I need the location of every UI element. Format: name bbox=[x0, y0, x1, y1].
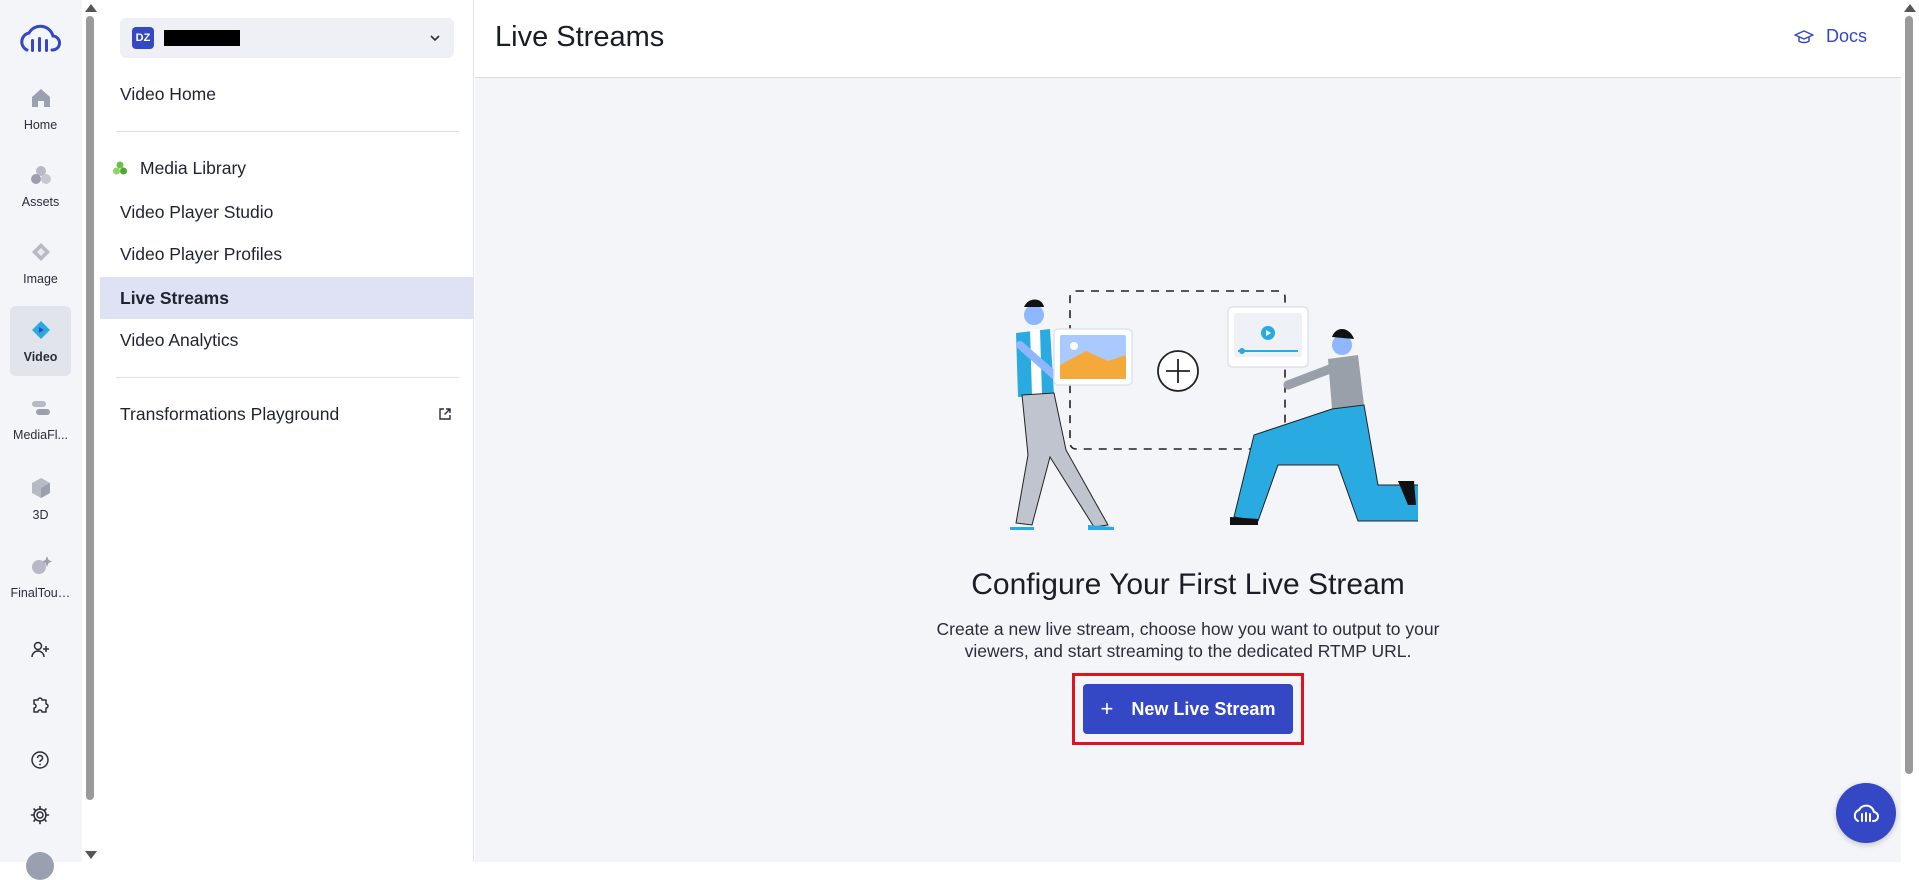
sidebar-item-video-home[interactable]: Video Home bbox=[100, 73, 474, 115]
mediaflows-icon bbox=[31, 401, 50, 415]
icon-rail: Home Assets Image Video MediaFl... 3D Fi… bbox=[0, 0, 82, 880]
rail-item-video[interactable]: Video bbox=[10, 306, 71, 376]
main-content: Live Streams Docs Configure Your First L… bbox=[475, 0, 1901, 862]
empty-state-title: Configure Your First Live Stream bbox=[971, 568, 1405, 601]
empty-state-description: Create a new live stream, choose how you… bbox=[936, 619, 1440, 661]
sidebar-item-video-player-profiles[interactable]: Video Player Profiles bbox=[100, 233, 474, 275]
cloudinary-logo[interactable] bbox=[17, 22, 63, 56]
add-user-icon bbox=[31, 641, 49, 658]
graduation-cap-icon bbox=[1794, 29, 1814, 43]
sidebar-item-transformations-playground[interactable]: Transformations Playground bbox=[100, 393, 474, 435]
sidebar-item-video-analytics[interactable]: Video Analytics bbox=[100, 319, 474, 361]
rail-item-label: Home bbox=[23, 118, 58, 132]
cloudinary-cloud-icon bbox=[1853, 804, 1880, 822]
docs-label: Docs bbox=[1825, 26, 1867, 46]
docs-link[interactable]: Docs bbox=[1794, 26, 1867, 47]
video-icon bbox=[31, 321, 50, 339]
rail-item-image[interactable]: Image bbox=[10, 228, 71, 298]
chevron-down-icon bbox=[430, 35, 440, 42]
highlight-frame: + New Live Stream bbox=[1072, 673, 1304, 745]
sparkle-icon bbox=[31, 556, 52, 574]
rail-item-label: Video bbox=[23, 350, 58, 364]
invite-user-button[interactable] bbox=[27, 637, 53, 663]
external-link-icon bbox=[439, 408, 451, 420]
plus-icon: + bbox=[1100, 696, 1114, 721]
media-library-icon bbox=[113, 161, 127, 175]
rail-scrollbar[interactable] bbox=[82, 0, 98, 862]
new-live-stream-label: New Live Stream bbox=[1131, 698, 1276, 719]
rail-item-label: MediaFl... bbox=[13, 428, 68, 442]
empty-state: Configure Your First Live Stream Create … bbox=[475, 285, 1901, 745]
avatar[interactable] bbox=[26, 852, 54, 880]
product-sidebar: DZ Video Home Media Library Video Player… bbox=[100, 0, 474, 862]
assistant-fab[interactable] bbox=[1836, 783, 1896, 843]
environment-badge: DZ bbox=[132, 27, 154, 49]
environment-name-redacted bbox=[164, 30, 240, 46]
rail-item-home[interactable]: Home bbox=[10, 74, 71, 144]
sidebar-item-label: Video Home bbox=[120, 83, 216, 104]
main-scrollbar[interactable] bbox=[1901, 0, 1917, 800]
page-header: Live Streams Docs bbox=[475, 0, 1901, 78]
puzzle-icon bbox=[33, 697, 49, 713]
settings-button[interactable] bbox=[27, 802, 53, 828]
settings-icon bbox=[30, 805, 50, 825]
rail-item-label: FinalTouch bbox=[10, 586, 71, 600]
rail-item-assets[interactable]: Assets bbox=[10, 151, 71, 221]
sidebar-item-label: Video Player Studio bbox=[120, 201, 274, 222]
cube-icon bbox=[31, 478, 50, 498]
image-icon bbox=[31, 243, 50, 261]
sidebar-item-label: Video Analytics bbox=[120, 329, 239, 350]
sidebar-item-media-library[interactable]: Media Library bbox=[100, 147, 474, 189]
scroll-thumb[interactable] bbox=[86, 16, 94, 800]
sidebar-item-label: Video Player Profiles bbox=[120, 243, 283, 264]
sidebar-divider bbox=[116, 377, 459, 378]
help-icon bbox=[31, 751, 49, 769]
rail-item-label: Image bbox=[23, 272, 58, 286]
rail-item-label: Assets bbox=[21, 195, 60, 209]
scroll-up-arrow[interactable] bbox=[1904, 4, 1916, 12]
scroll-up-arrow[interactable] bbox=[85, 4, 97, 12]
rail-item-3d[interactable]: 3D bbox=[10, 464, 71, 534]
new-live-stream-button[interactable]: + New Live Stream bbox=[1083, 684, 1293, 734]
sidebar-item-label: Transformations Playground bbox=[120, 403, 340, 424]
page-title: Live Streams bbox=[495, 21, 665, 53]
live-stream-illustration bbox=[1010, 290, 1418, 530]
rail-item-finaltouch[interactable]: FinalTouch bbox=[10, 542, 71, 612]
sidebar-item-label: Live Streams bbox=[120, 287, 229, 308]
sidebar-divider bbox=[116, 131, 459, 132]
sidebar-item-label: Media Library bbox=[140, 157, 247, 178]
scroll-down-arrow[interactable] bbox=[85, 851, 97, 859]
sidebar-item-live-streams[interactable]: Live Streams bbox=[100, 277, 474, 319]
rail-item-mediaflows[interactable]: MediaFl... bbox=[10, 384, 71, 454]
add-ons-button[interactable] bbox=[27, 692, 53, 718]
scroll-thumb[interactable] bbox=[1905, 16, 1913, 774]
environment-selector[interactable]: DZ bbox=[120, 18, 454, 58]
assets-icon bbox=[30, 166, 51, 184]
rail-item-label: 3D bbox=[32, 508, 49, 522]
sidebar-item-video-player-studio[interactable]: Video Player Studio bbox=[100, 191, 474, 233]
home-icon bbox=[31, 89, 50, 107]
help-button[interactable] bbox=[27, 747, 53, 773]
